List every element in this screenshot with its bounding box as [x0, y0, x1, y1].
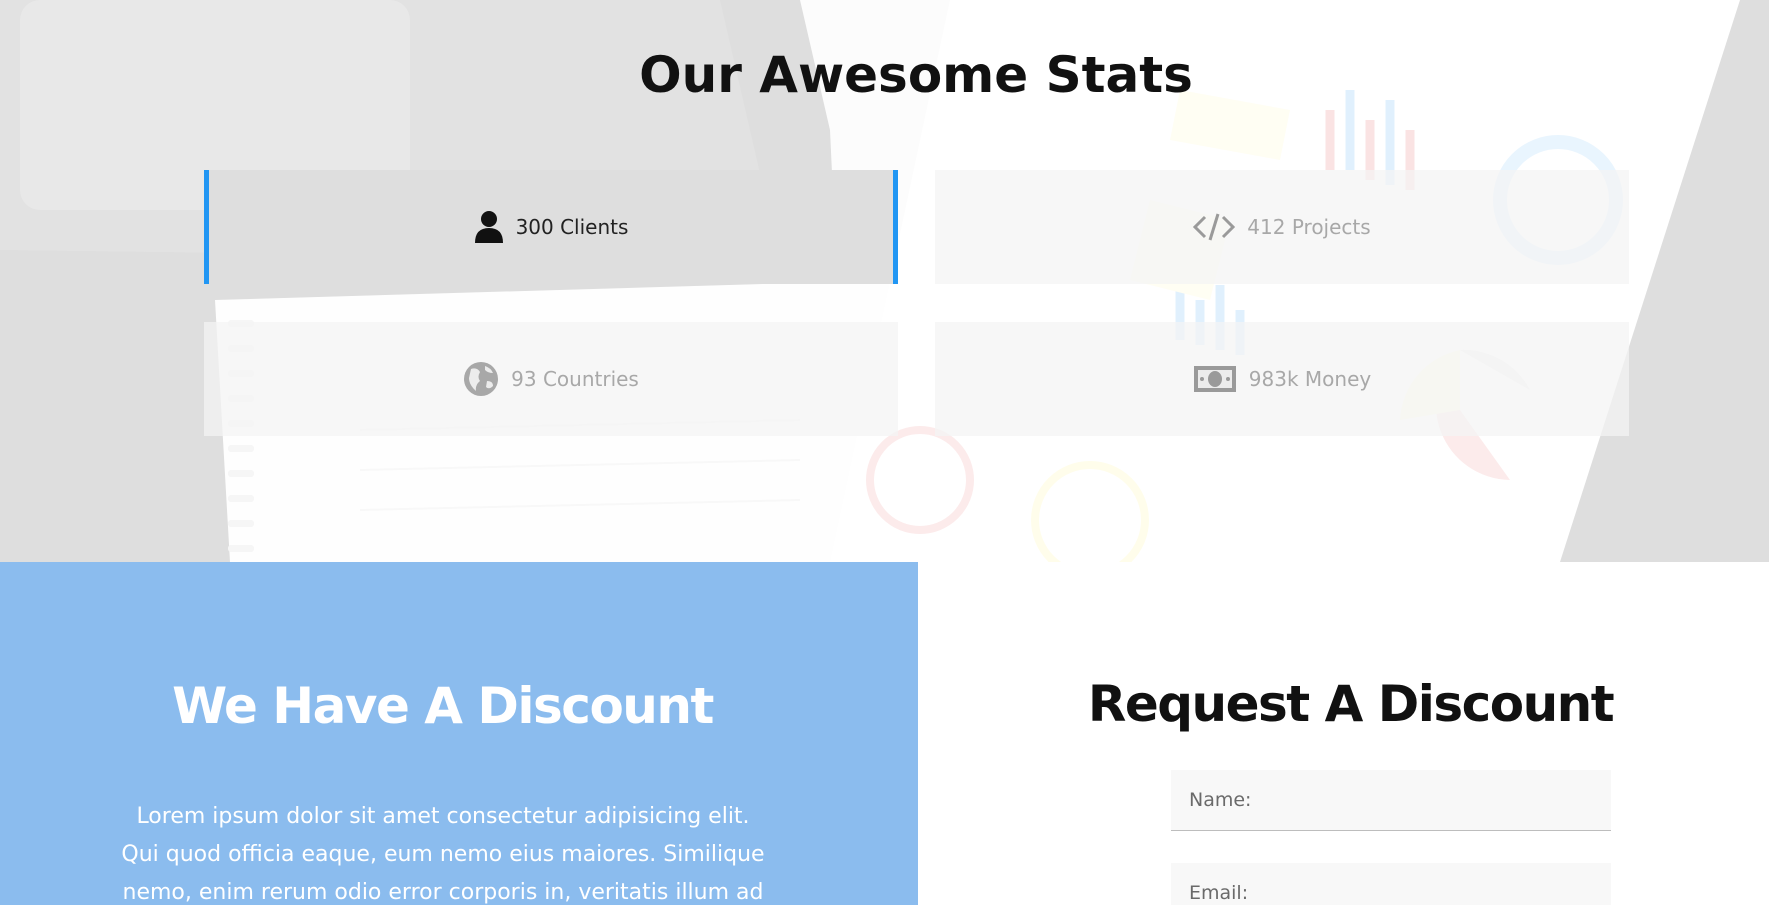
- stats-section: Our Awesome Stats 300 Clients 412 Projec…: [0, 0, 1769, 562]
- money-icon: [1193, 364, 1237, 394]
- stats-title: Our Awesome Stats: [639, 46, 1193, 104]
- discount-section: We Have A Discount Lorem ipsum dolor sit…: [0, 562, 918, 905]
- stat-box-money[interactable]: 983k Money: [935, 322, 1629, 436]
- stat-box-clients[interactable]: 300 Clients: [204, 170, 898, 284]
- code-icon: [1193, 212, 1236, 242]
- stat-label-clients: 300 Clients: [515, 215, 629, 239]
- stat-label-money: 983k Money: [1248, 367, 1372, 391]
- stat-box-projects[interactable]: 412 Projects: [935, 170, 1629, 284]
- discount-text: Lorem ipsum dolor sit amet consectetur a…: [121, 804, 765, 905]
- globe-icon: [463, 361, 499, 397]
- stat-label-projects: 412 Projects: [1247, 215, 1371, 239]
- name-input[interactable]: [1171, 770, 1611, 831]
- user-icon: [474, 210, 504, 244]
- request-title: Request A Discount: [1087, 675, 1615, 733]
- request-discount-section: Request A Discount: [918, 562, 1769, 905]
- stat-label-countries: 93 Countries: [511, 367, 639, 391]
- email-input[interactable]: [1171, 863, 1611, 905]
- discount-title: We Have A Discount: [172, 677, 714, 735]
- stat-box-countries[interactable]: 93 Countries: [204, 322, 898, 436]
